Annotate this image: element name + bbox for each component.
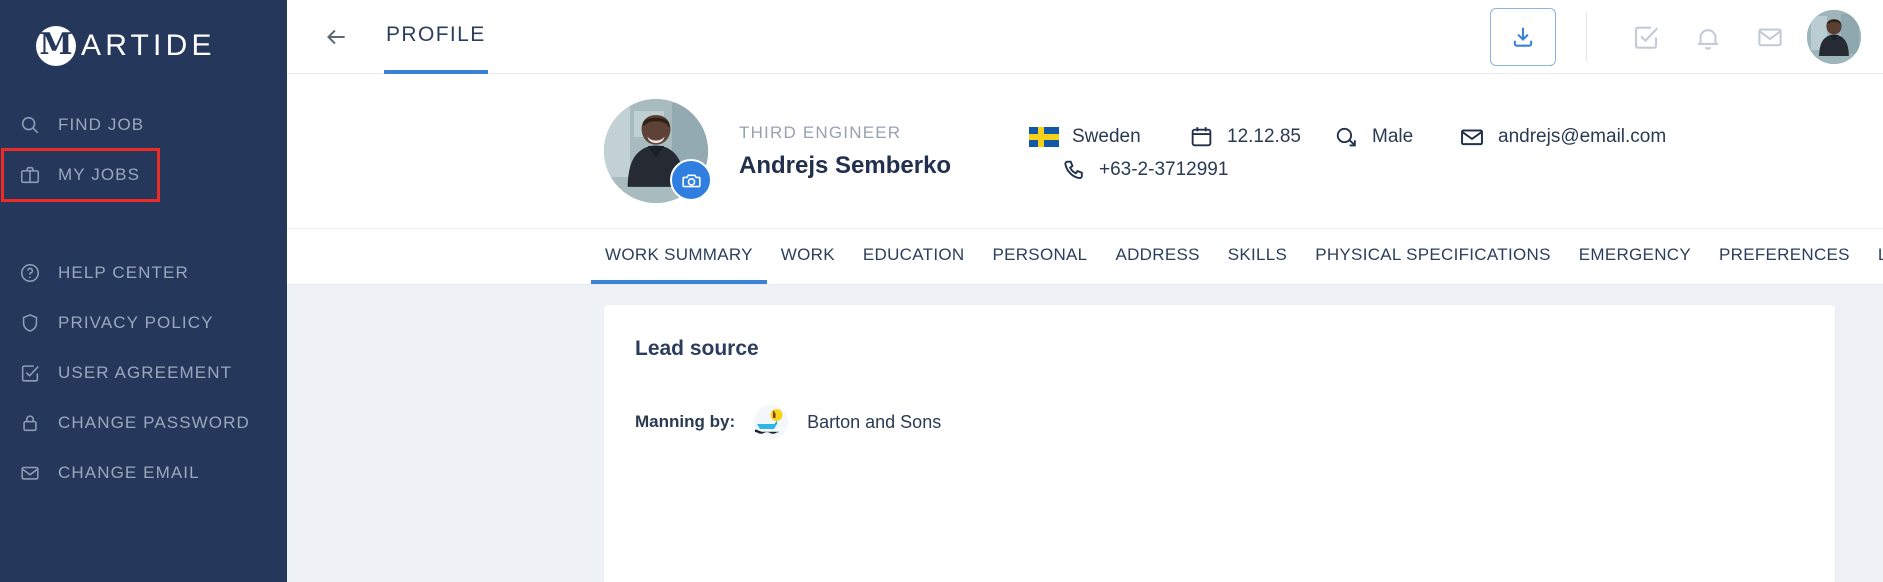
profile-country: Sweden <box>1029 126 1189 148</box>
envelope-icon <box>18 461 42 485</box>
back-arrow-icon[interactable] <box>321 22 351 52</box>
brand-logo[interactable]: M ARTIDE <box>0 0 287 74</box>
profile-name: Andrejs Semberko <box>739 151 952 179</box>
brand-mark-letter: M <box>39 27 73 62</box>
sidebar-item-my-jobs[interactable]: MY JOBS <box>1 148 160 202</box>
profile-meta-row-1: Sweden 12.12.85 Male andrejs@email.com <box>1029 124 1666 150</box>
lead-source-card: Lead source Manning by: Barton and Sons <box>604 305 1835 582</box>
app-root: M ARTIDE FIND JOB MY JOBS HELP CENTER PR… <box>0 0 1883 582</box>
lock-icon <box>18 411 42 435</box>
tab-work[interactable]: WORK <box>767 229 849 284</box>
checkbox-icon <box>18 361 42 385</box>
sidebar-item-change-email[interactable]: CHANGE EMAIL <box>0 448 287 498</box>
email-label: andrejs@email.com <box>1498 125 1667 147</box>
main-area: PROFILE THIRD ENGINEER Andrejs Semberko … <box>287 0 1883 582</box>
profile-email: andrejs@email.com <box>1459 124 1666 150</box>
download-button[interactable] <box>1490 7 1556 66</box>
briefcase-icon <box>18 163 42 187</box>
search-icon <box>18 113 42 137</box>
profile-tabs: WORK SUMMARY WORK EDUCATION PERSONAL ADD… <box>287 229 1883 285</box>
calendar-icon <box>1191 127 1212 147</box>
tab-emergency[interactable]: EMERGENCY <box>1565 229 1705 284</box>
tab-physical-specifications[interactable]: PHYSICAL SPECIFICATIONS <box>1301 229 1565 284</box>
tasks-checkbox-icon[interactable] <box>1615 8 1677 66</box>
sidebar-item-find-job[interactable]: FIND JOB <box>0 100 287 150</box>
tab-preferences[interactable]: PREFERENCES <box>1705 229 1864 284</box>
envelope-icon[interactable] <box>1739 8 1801 66</box>
sidebar-item-privacy-policy[interactable]: PRIVACY POLICY <box>0 298 287 348</box>
sidebar-nav: FIND JOB MY JOBS HELP CENTER PRIVACY POL… <box>0 100 287 498</box>
page-title: PROFILE <box>384 0 488 74</box>
sidebar-item-label: PRIVACY POLICY <box>58 313 214 332</box>
tab-personal[interactable]: PERSONAL <box>978 229 1101 284</box>
phone-icon <box>1064 160 1083 179</box>
card-title: Lead source <box>635 337 759 360</box>
sidebar-item-help-center[interactable]: HELP CENTER <box>0 248 287 298</box>
brand-wordmark: ARTIDE <box>81 29 216 62</box>
profile-gender: Male <box>1334 124 1459 149</box>
profile-phone: +63-2-3712991 <box>1061 158 1228 183</box>
manning-by-row: Manning by: Barton and Sons <box>635 404 1835 440</box>
profile-role: THIRD ENGINEER <box>739 122 902 142</box>
tab-language[interactable]: LANGUAGE <box>1864 229 1883 284</box>
sidebar: M ARTIDE FIND JOB MY JOBS HELP CENTER PR… <box>0 0 287 582</box>
profile-identity: THIRD ENGINEER Andrejs Semberko <box>739 123 1029 180</box>
profile-header: THIRD ENGINEER Andrejs Semberko Sweden 1… <box>287 74 1883 229</box>
sidebar-item-label: USER AGREEMENT <box>58 363 233 382</box>
shield-icon <box>18 311 42 335</box>
user-avatar[interactable] <box>1807 9 1861 64</box>
birthdate-label: 12.12.85 <box>1227 125 1301 147</box>
tab-education[interactable]: EDUCATION <box>849 229 979 284</box>
gender-label: Male <box>1372 125 1414 147</box>
company-name: Barton and Sons <box>807 411 942 432</box>
toolbar-divider <box>1586 11 1587 62</box>
question-circle-icon <box>18 261 42 285</box>
top-bar: PROFILE <box>287 0 1883 74</box>
profile-meta-row-2: +63-2-3712991 <box>1029 158 1666 183</box>
camera-icon[interactable] <box>670 159 712 201</box>
tab-content: Lead source Manning by: Barton and Sons <box>287 285 1883 582</box>
topbar-actions <box>1490 0 1861 74</box>
sidebar-item-user-agreement[interactable]: USER AGREEMENT <box>0 348 287 398</box>
profile-meta: Sweden 12.12.85 Male andrejs@email.com +… <box>1029 120 1666 183</box>
martide-logo-mark: M <box>36 26 76 66</box>
envelope-icon <box>1461 129 1483 145</box>
sidebar-item-label: CHANGE EMAIL <box>58 463 200 482</box>
phone-label: +63-2-3712991 <box>1099 159 1229 180</box>
profile-birthdate: 12.12.85 <box>1189 124 1334 149</box>
sidebar-item-label: CHANGE PASSWORD <box>58 413 250 432</box>
tab-skills[interactable]: SKILLS <box>1214 229 1301 284</box>
sidebar-item-label: MY JOBS <box>58 165 141 184</box>
ship-sunrise-logo-icon <box>751 404 791 440</box>
sidebar-item-change-password[interactable]: CHANGE PASSWORD <box>0 398 287 448</box>
sidebar-item-label: FIND JOB <box>58 115 145 134</box>
tab-work-summary[interactable]: WORK SUMMARY <box>591 229 767 284</box>
male-gender-icon <box>1336 127 1356 147</box>
profile-avatar-wrap <box>604 99 712 203</box>
sweden-flag-icon <box>1029 126 1059 147</box>
bell-icon[interactable] <box>1677 8 1739 66</box>
manning-by-label: Manning by: <box>635 412 736 431</box>
tab-address[interactable]: ADDRESS <box>1101 229 1213 284</box>
country-label: Sweden <box>1072 125 1141 147</box>
sidebar-item-label: HELP CENTER <box>58 263 189 282</box>
